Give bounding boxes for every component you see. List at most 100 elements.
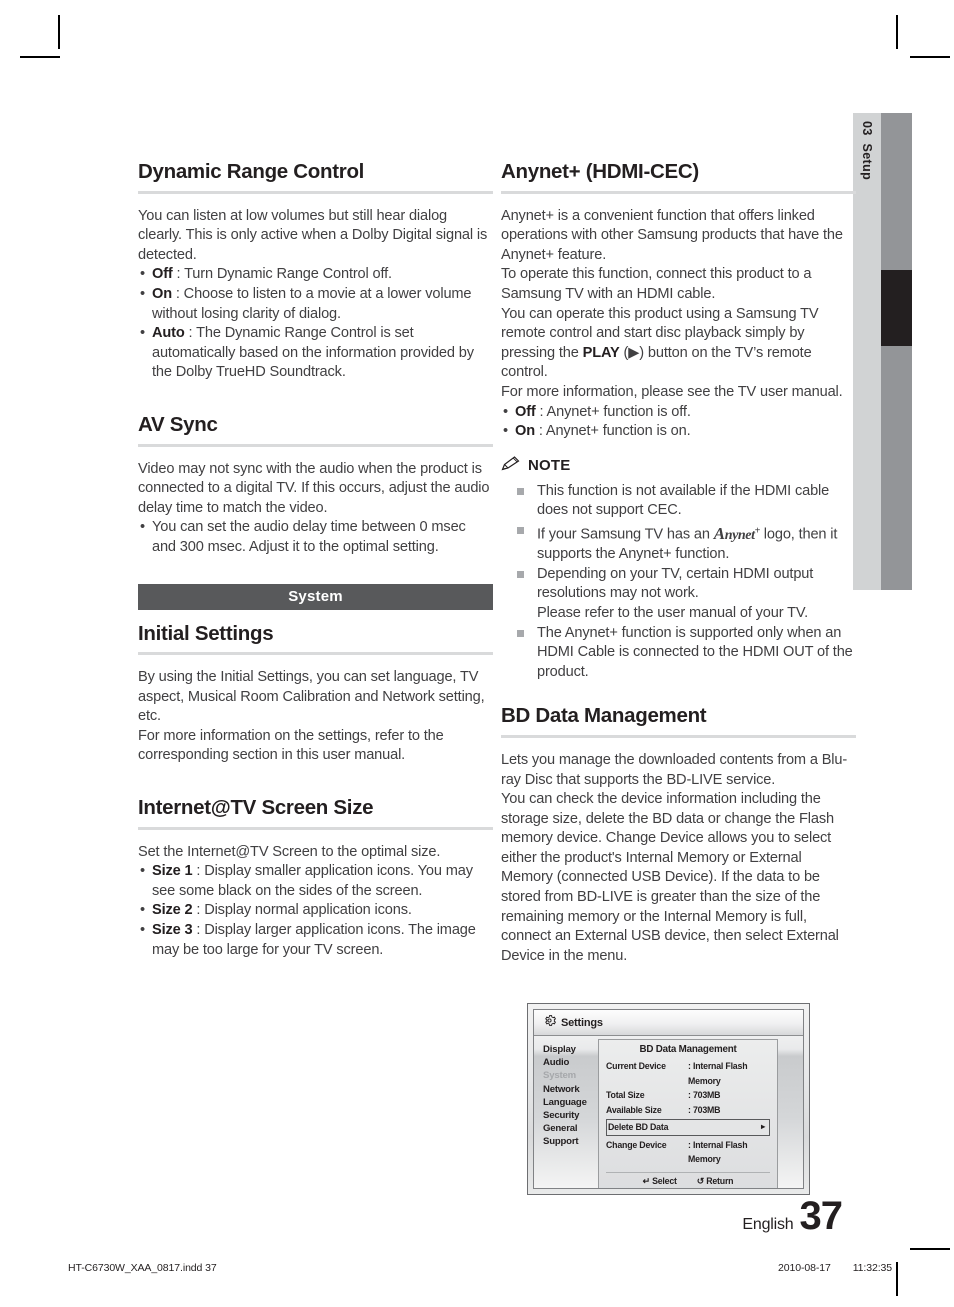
list-item: On : Choose to listen to a movie at a lo… xyxy=(138,285,493,324)
heading-rule xyxy=(138,652,493,656)
list-item: On : Anynet+ function is on. xyxy=(501,422,856,442)
chapter-index-active-marker xyxy=(881,270,912,346)
tv-screen: Settings Display Audio System Network La… xyxy=(533,1009,804,1189)
bullet-text: : Turn Dynamic Range Control off. xyxy=(176,266,393,283)
crop-mark-bottom-right-vertical xyxy=(896,1262,898,1296)
tv-row-change-device[interactable]: Change Device : Internal Flash Memory xyxy=(606,1138,770,1167)
heading-rule xyxy=(138,826,493,830)
tv-menu-item-system[interactable]: System xyxy=(543,1069,599,1082)
row-key: Change Device xyxy=(606,1139,667,1150)
print-timestamp: 2010-08-17 11:32:35 xyxy=(778,1262,892,1274)
row-value: : Internal Flash Memory xyxy=(688,1139,748,1165)
list-item: Depending on your TV, certain HDMI outpu… xyxy=(515,565,856,624)
list-item: Auto : The Dynamic Range Control is set … xyxy=(138,324,493,383)
section-heading-av-sync: AV Sync xyxy=(138,412,218,436)
print-date: 2010-08-17 xyxy=(777,1262,831,1274)
heading-rule xyxy=(138,443,493,447)
tv-row-delete-bd-data[interactable]: Delete BD Data ▸ xyxy=(606,1119,770,1136)
bullet-list-av-sync: You can set the audio delay time between… xyxy=(138,518,493,557)
bullet-term: Off xyxy=(515,403,536,420)
tv-menu-item-language[interactable]: Language xyxy=(543,1096,599,1109)
page-number: 37 xyxy=(799,1194,843,1238)
bullet-text: : Choose to listen to a movie at a lower… xyxy=(152,285,472,322)
tv-menu-item-general[interactable]: General xyxy=(543,1122,599,1135)
note-text: Depending on your TV, certain HDMI outpu… xyxy=(537,565,814,621)
crop-mark-top-right-vertical xyxy=(896,15,898,49)
tv-menu-item-audio[interactable]: Audio xyxy=(543,1056,599,1069)
section-heading-dynamic-range-control: Dynamic Range Control xyxy=(138,160,365,183)
note-list: This function is not available if the HD… xyxy=(501,482,856,683)
row-value: : 703MB xyxy=(688,1104,721,1115)
chapter-label: Setup xyxy=(860,143,874,181)
print-file-name: HT-C6730W_XAA_0817.indd 37 xyxy=(68,1262,217,1274)
paragraph-av-sync: Video may not sync with the audio when t… xyxy=(138,460,490,516)
paragraph-anynet-4: For more information, please see the TV … xyxy=(501,383,843,400)
row-key: Available Size xyxy=(606,1104,662,1115)
print-time: 11:32:35 xyxy=(852,1262,892,1274)
heading-rule xyxy=(138,190,493,194)
row-key: Delete BD Data xyxy=(608,1122,669,1132)
note-label: NOTE xyxy=(528,457,571,475)
note-text: The Anynet+ function is supported only w… xyxy=(537,624,853,680)
select-action[interactable]: ↵ Select xyxy=(643,1176,677,1187)
bullet-list-dynamic-range-control: Off : Turn Dynamic Range Control off. On… xyxy=(138,265,493,383)
table-row: Current Device : Internal Flash Memory xyxy=(606,1059,770,1088)
bullet-text: You can set the audio delay time between… xyxy=(152,519,466,555)
page-footer: English 37 xyxy=(742,1194,843,1238)
tv-panel-footer: ↵ Select ↺ Return xyxy=(606,1171,770,1187)
chevron-right-icon: ▸ xyxy=(761,1122,765,1131)
section-heading-internet-tv-screen-size: Internet@TV Screen Size xyxy=(138,796,374,820)
bullet-term: Size 2 xyxy=(152,902,193,919)
crop-mark-bottom-right-horizontal xyxy=(910,1248,950,1250)
tv-title-bar: Settings xyxy=(534,1010,803,1036)
left-column: Dynamic Range Control You can listen at … xyxy=(138,160,493,960)
list-item: You can set the audio delay time between… xyxy=(138,518,493,557)
heading-rule xyxy=(501,734,856,738)
paragraph-dynamic-range-control: You can listen at low volumes but still … xyxy=(138,207,488,263)
bullet-term: Size 3 xyxy=(152,922,193,939)
return-icon: ↺ xyxy=(696,1175,704,1186)
bullet-text: : Display smaller application icons. You… xyxy=(152,863,473,899)
heading-rule xyxy=(501,190,856,194)
anynet-logo-glyph: Anynet+ xyxy=(713,523,761,543)
note-text: If your Samsung TV has an xyxy=(537,526,714,543)
paragraph-internet-tv: Set the Internet@TV Screen to the optima… xyxy=(138,843,441,860)
bullet-text: : Anynet+ function is off. xyxy=(539,403,691,420)
bullet-term: Off xyxy=(152,266,173,283)
tv-menu-item-display[interactable]: Display xyxy=(543,1043,599,1056)
list-item: Off : Anynet+ function is off. xyxy=(501,403,856,423)
bullet-text: : Display larger application icons. The … xyxy=(152,922,476,958)
bullet-list-anynet: Off : Anynet+ function is off. On : Anyn… xyxy=(501,403,856,442)
bullet-text: : The Dynamic Range Control is set autom… xyxy=(152,325,474,381)
tv-menu-item-security[interactable]: Security xyxy=(543,1109,599,1122)
chapter-index-bar xyxy=(881,113,912,590)
row-key: Total Size xyxy=(606,1090,645,1100)
section-heading-initial-settings: Initial Settings xyxy=(138,621,274,645)
paragraph-initial-settings-1: By using the Initial Settings, you can s… xyxy=(138,669,485,725)
chapter-side-tab: 03 Setup xyxy=(853,113,881,590)
paragraph-bd-data-2: You can check the device information inc… xyxy=(501,791,839,964)
tv-menu-item-network[interactable]: Network xyxy=(543,1083,599,1096)
paragraph-anynet-2: To operate this function, connect this p… xyxy=(501,266,812,302)
footer-language: English xyxy=(742,1216,794,1233)
tv-body: Display Audio System Network Language Se… xyxy=(534,1036,803,1188)
chapter-side-tab-text: 03 Setup xyxy=(853,113,881,273)
paragraph-anynet-1: Anynet+ is a convenient function that of… xyxy=(501,207,843,263)
bullet-term: On xyxy=(515,423,535,440)
table-row: Available Size : 703MB xyxy=(606,1103,770,1118)
crop-mark-top-left-horizontal xyxy=(20,56,60,58)
crop-mark-top-right-horizontal xyxy=(910,56,950,58)
row-key: Current Device xyxy=(606,1061,666,1071)
tv-panel-title: BD Data Management xyxy=(639,1044,737,1055)
paragraph-anynet-3: You can operate this product using a Sam… xyxy=(501,305,819,381)
enter-icon: ↵ xyxy=(642,1175,650,1186)
list-item: The Anynet+ function is supported only w… xyxy=(515,624,856,683)
bullet-term: Size 1 xyxy=(152,863,193,880)
list-item: Size 1 : Display smaller application ico… xyxy=(138,862,493,901)
bullet-term: On xyxy=(152,285,172,302)
return-action[interactable]: ↺ Return xyxy=(697,1176,734,1187)
bullet-text: : Display normal application icons. xyxy=(196,902,412,919)
tv-menu-item-support[interactable]: Support xyxy=(543,1135,599,1148)
right-column: Anynet+ (HDMI-CEC) Anynet+ is a convenie… xyxy=(501,160,856,966)
note-header: NOTE xyxy=(501,455,856,476)
